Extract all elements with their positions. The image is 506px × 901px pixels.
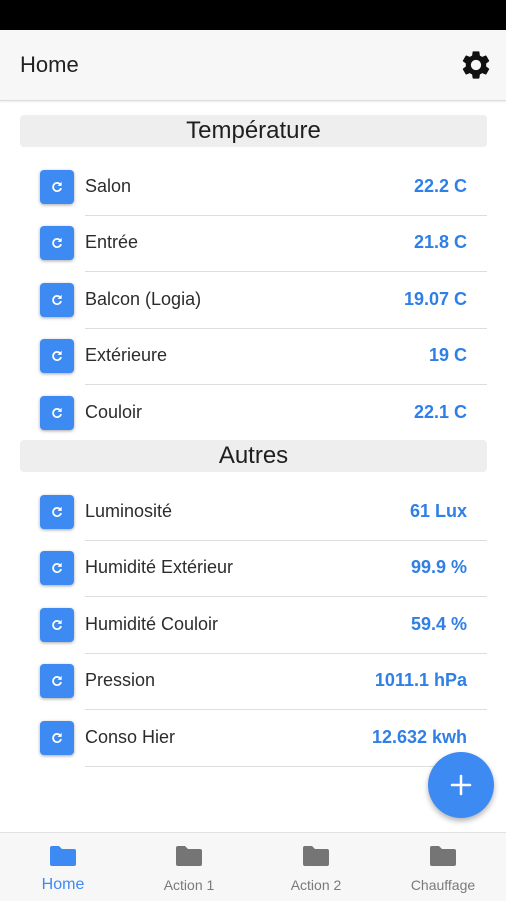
sensor-value: 22.1 C	[413, 402, 467, 422]
sensor-label: Balcon (Logia)	[85, 289, 202, 309]
nav-item-home[interactable]: Home	[0, 833, 126, 901]
sensor-label: Luminosité	[85, 501, 173, 521]
refresh-icon	[52, 506, 62, 517]
nav-label: Action 2	[290, 877, 342, 893]
list-item: Humidité Couloir 59.4 %	[20, 598, 487, 654]
nav-label: Home	[41, 876, 85, 893]
sensor-label: Humidité Extérieur	[85, 557, 234, 577]
folder-icon	[303, 846, 329, 866]
list-item: Balcon (Logia) 19.07 C	[20, 273, 487, 329]
divider	[85, 709, 487, 710]
refresh-button[interactable]	[40, 721, 74, 755]
refresh-icon	[52, 619, 62, 630]
list-item: Entrée 21.8 C	[20, 216, 487, 272]
sensor-label: Humidité Couloir	[85, 614, 219, 634]
refresh-icon	[52, 407, 62, 418]
status-bar	[0, 0, 506, 30]
sensor-value: 61 Lux	[409, 501, 467, 521]
sensor-label: Conso Hier	[85, 727, 176, 747]
refresh-icon	[52, 294, 62, 305]
refresh-button[interactable]	[40, 495, 74, 529]
sensor-label: Extérieure	[85, 345, 168, 365]
refresh-icon	[52, 181, 62, 192]
nav-item-action-1[interactable]: Action 1	[126, 833, 252, 901]
sensor-label: Salon	[85, 176, 132, 196]
refresh-button[interactable]	[40, 664, 74, 698]
refresh-button[interactable]	[40, 226, 74, 260]
list-item: Pression 1011.1 hPa	[20, 654, 487, 710]
gear-icon	[462, 51, 490, 79]
refresh-button[interactable]	[40, 339, 74, 373]
nav-item-action-2[interactable]: Action 2	[253, 833, 379, 901]
refresh-button[interactable]	[40, 608, 74, 642]
sensor-value: 12.632 kwh	[371, 727, 467, 747]
refresh-button[interactable]	[40, 170, 74, 204]
refresh-button[interactable]	[40, 283, 74, 317]
refresh-icon	[52, 675, 62, 686]
section-header-autres: Autres	[20, 440, 487, 472]
refresh-icon	[52, 237, 62, 248]
page-title: Home	[20, 52, 79, 77]
add-button[interactable]	[428, 752, 494, 818]
sensor-value: 22.2 C	[413, 176, 467, 196]
folder-icon	[50, 846, 76, 866]
divider	[85, 596, 487, 597]
app-bar: Home	[0, 30, 506, 101]
sensor-value: 59.4 %	[410, 614, 467, 634]
folder-icon	[430, 846, 456, 866]
sensor-value: 1011.1 hPa	[374, 670, 467, 690]
list-item: Salon 22.2 C	[20, 160, 487, 216]
refresh-icon	[52, 732, 62, 743]
nav-label: Action 1	[163, 877, 215, 893]
nav-label: Chauffage	[410, 877, 476, 893]
refresh-icon	[52, 562, 62, 573]
list-item: Extérieure 19 C	[20, 329, 487, 385]
list-item: Conso Hier 12.632 kwh	[20, 711, 487, 767]
sensor-value: 99.9 %	[410, 557, 467, 577]
section-header-temperature: Température	[20, 115, 487, 147]
bottom-nav: Home Action 1 Action 2 Chauffage	[0, 832, 506, 901]
settings-button[interactable]	[458, 47, 494, 83]
refresh-icon	[52, 350, 62, 361]
folder-icon	[176, 846, 202, 866]
refresh-button[interactable]	[40, 396, 74, 430]
sensor-value: 19 C	[428, 345, 467, 365]
sensor-value: 21.8 C	[413, 232, 467, 252]
divider	[85, 766, 487, 767]
list-item: Luminosité 61 Lux	[20, 485, 487, 541]
sensor-label: Entrée	[85, 232, 139, 252]
plus-icon	[450, 774, 472, 796]
nav-item-chauffage[interactable]: Chauffage	[380, 833, 506, 901]
refresh-button[interactable]	[40, 551, 74, 585]
sensor-label: Couloir	[85, 402, 143, 422]
list-item: Couloir 22.1 C	[20, 386, 487, 442]
divider	[85, 384, 487, 385]
list-item: Humidité Extérieur 99.9 %	[20, 541, 487, 597]
sensor-value: 19.07 C	[403, 289, 467, 309]
divider	[85, 271, 487, 272]
sensor-label: Pression	[85, 670, 156, 690]
